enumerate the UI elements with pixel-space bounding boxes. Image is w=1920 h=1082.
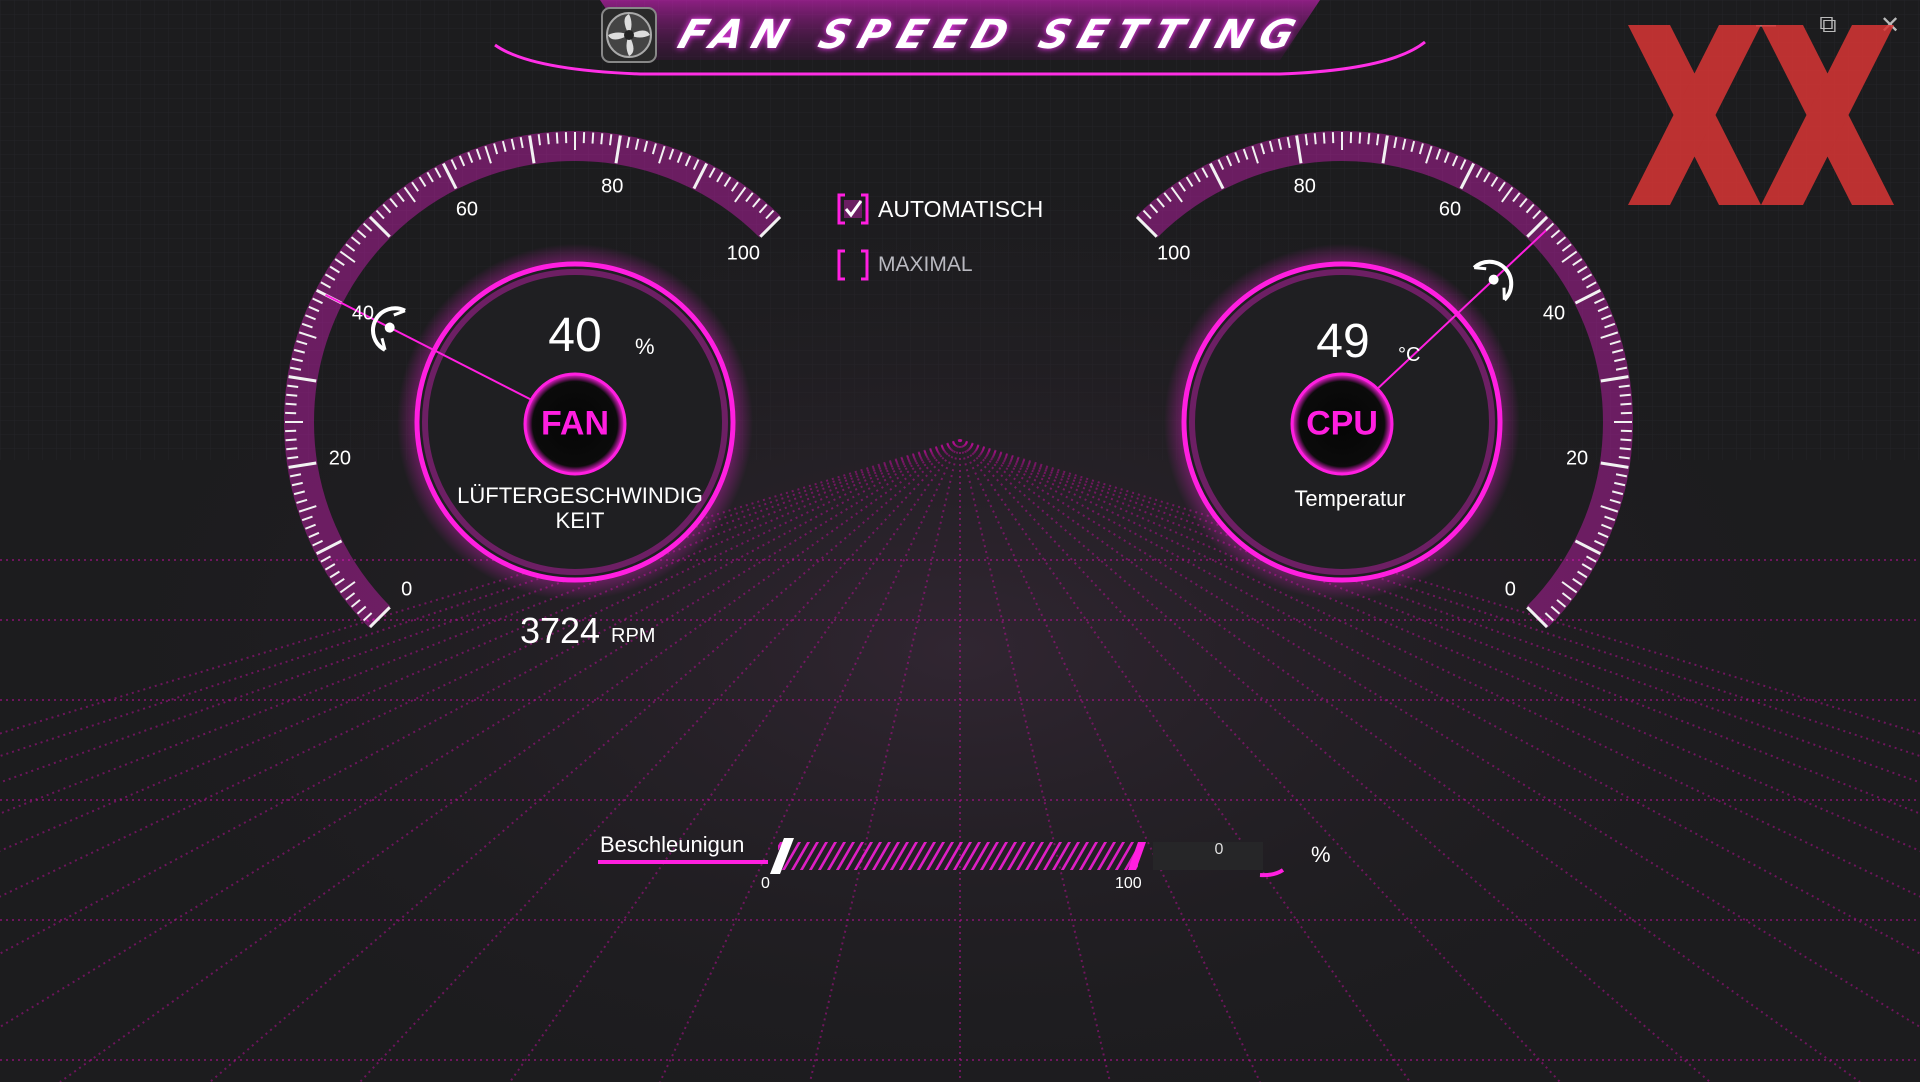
fan-speed-unit: % (635, 334, 655, 359)
fan-tick-label: 60 (455, 198, 479, 221)
cpu-tick-label: 0 (1504, 578, 1516, 601)
cpu-tick-label: 40 (1542, 302, 1566, 325)
fan-tick-label: 100 (726, 242, 760, 265)
cpu-tick (1619, 393, 1631, 397)
fan-tick (287, 384, 299, 389)
cpu-tick (1358, 132, 1362, 144)
cpu-gauge (1135, 131, 1633, 629)
fan-caption-line1: LÜFTERGESCHWINDIG (457, 483, 703, 508)
cpu-tick (1313, 133, 1317, 145)
automatic-label: AUTOMATISCH (878, 195, 1044, 222)
fan-caption-line2: KEIT (555, 508, 605, 533)
fan-tick-label: 20 (328, 447, 352, 470)
fan-tick (546, 133, 550, 145)
cpu-tick-label: 20 (1565, 447, 1589, 470)
maximal-checkbox[interactable] (836, 248, 870, 282)
boost-min-label: 0 (761, 875, 770, 892)
fan-tick (555, 132, 559, 144)
fan-tick (286, 447, 298, 451)
fan-tick (285, 438, 297, 442)
fan-caption: LÜFTERGESCHWINDIG KEIT (430, 483, 730, 533)
cpu-tick-label: 100 (1157, 242, 1191, 265)
cpu-tick (1322, 132, 1326, 144)
cpu-tick (1619, 447, 1631, 451)
cpu-tick-label: 80 (1293, 175, 1316, 198)
boost-value-input[interactable]: 0 (1195, 841, 1243, 859)
fan-tick (591, 132, 595, 144)
cpu-tick (1620, 438, 1632, 442)
automatic-checkbox[interactable] (836, 192, 870, 226)
cpu-tick (1618, 384, 1630, 389)
cpu-tick (1304, 134, 1309, 146)
fan-gauge (284, 131, 782, 629)
cpu-tick (1618, 455, 1630, 460)
cpu-temp-unit: °C (1398, 344, 1421, 366)
maximal-option[interactable]: MAXIMAL (836, 248, 973, 282)
boost-track[interactable] (778, 842, 1138, 870)
boost-unit: % (1311, 842, 1331, 867)
fan-tick (287, 455, 299, 460)
boost-max-label: 100 (1115, 875, 1142, 892)
automatic-option[interactable]: AUTOMATISCH (836, 192, 1043, 226)
cpu-center-label: CPU (1306, 404, 1378, 443)
cpu-caption: Temperatur (1294, 486, 1406, 511)
cpu-tick (1375, 134, 1380, 146)
fan-tick (286, 393, 298, 397)
gauges-layer (284, 131, 1633, 629)
fan-tick-label: 40 (351, 302, 375, 325)
cpu-tick (1620, 402, 1632, 406)
fan-rpm-value: 3724 (519, 610, 601, 651)
fan-tick (537, 134, 542, 146)
fan-speed-value: 40 (548, 309, 602, 362)
fan-tick (608, 134, 613, 146)
maximal-label: MAXIMAL (878, 253, 973, 276)
fan-tick-label: 80 (601, 175, 624, 198)
cpu-tick (1367, 133, 1371, 145)
cpu-temp-value: 49 (1316, 315, 1370, 368)
cpu-tick-label: 60 (1438, 198, 1462, 221)
fan-tick (285, 402, 297, 406)
fan-tick-label: 0 (401, 578, 413, 601)
fan-tick (600, 133, 604, 145)
fan-center-label: FAN (541, 404, 609, 443)
fan-rpm-unit: RPM (611, 625, 656, 647)
